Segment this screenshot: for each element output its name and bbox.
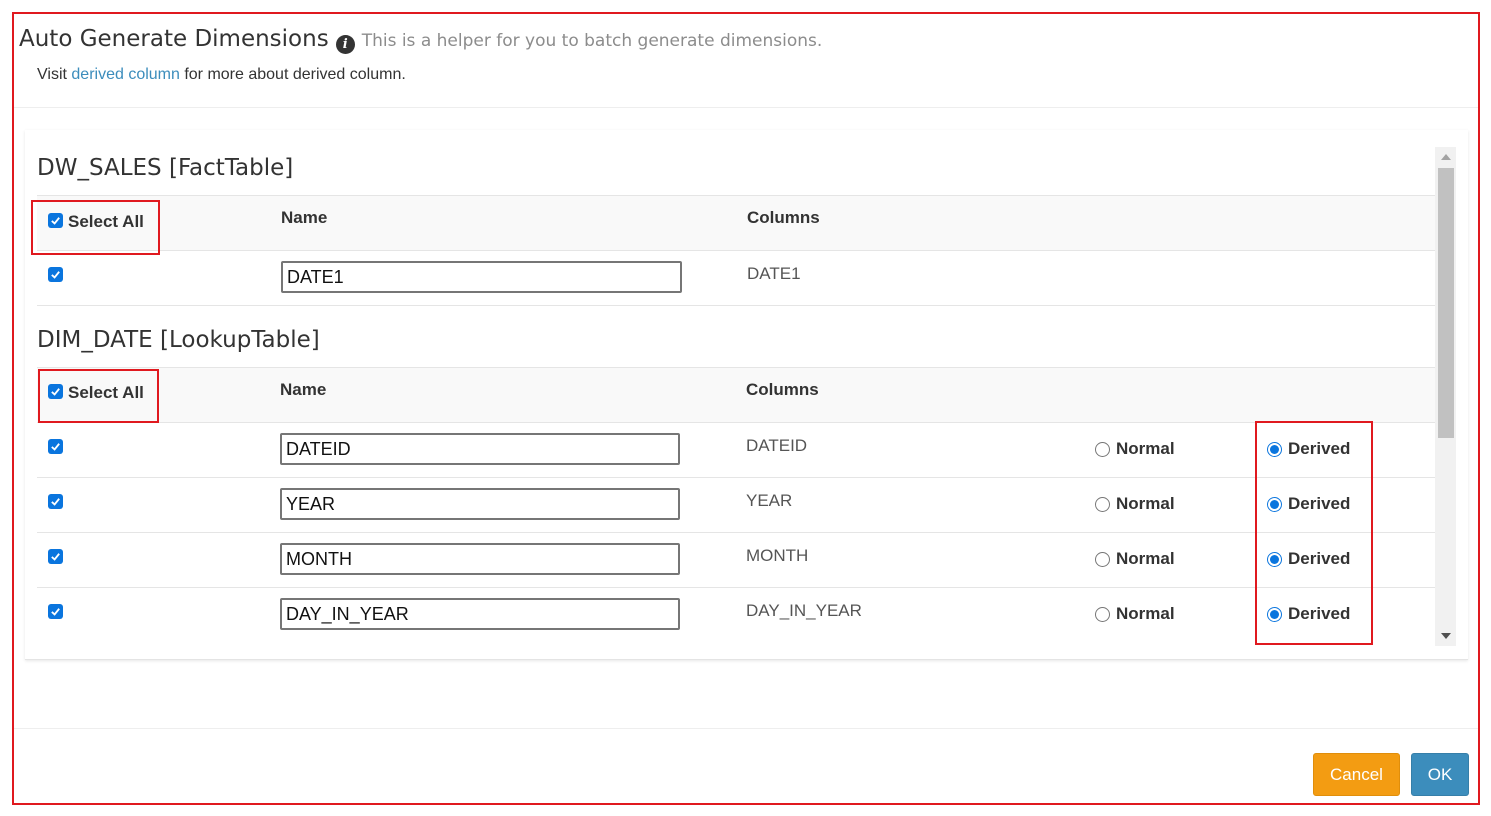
table-row: YEAR Normal Derived xyxy=(37,478,1435,533)
table-header: Select All Name Columns xyxy=(37,367,1435,423)
subtitle-prefix: Visit xyxy=(37,66,72,83)
vertical-scrollbar[interactable] xyxy=(1435,147,1456,646)
table-row: DATE1 xyxy=(37,251,1435,306)
column-name: DATEID xyxy=(746,436,808,455)
columns-header: Columns xyxy=(747,208,820,227)
table-title: DW_SALES [FactTable] xyxy=(37,155,294,181)
cancel-button[interactable]: Cancel xyxy=(1313,753,1400,796)
helper-text: This is a helper for you to batch genera… xyxy=(361,31,823,51)
subtitle: Visit derived column for more about deri… xyxy=(37,66,406,84)
header-divider xyxy=(14,107,1478,108)
dimension-name-input[interactable] xyxy=(280,598,680,630)
name-header: Name xyxy=(280,380,327,399)
scroll-up-arrow-icon[interactable] xyxy=(1441,154,1451,160)
dimension-name-input[interactable] xyxy=(280,543,680,575)
normal-radio-option[interactable]: Normal xyxy=(1095,494,1175,514)
tables-scroll-area[interactable]: DW_SALES [FactTable] Select All Name Col… xyxy=(37,146,1435,642)
normal-label: Normal xyxy=(1116,494,1175,513)
dimension-name-input[interactable] xyxy=(280,433,680,465)
column-name: DATE1 xyxy=(747,264,801,283)
tables-panel: DW_SALES [FactTable] Select All Name Col… xyxy=(25,130,1468,660)
dimension-name-input[interactable] xyxy=(281,261,682,293)
ok-button[interactable]: OK xyxy=(1411,753,1469,796)
info-circle-icon[interactable]: i xyxy=(335,35,355,54)
table-title: DIM_DATE [LookupTable] xyxy=(37,327,320,353)
subtitle-suffix: for more about derived column. xyxy=(179,66,406,83)
table-row: DAY_IN_YEAR Normal Derived xyxy=(37,588,1435,642)
table-header: Select All Name Columns xyxy=(37,195,1435,251)
normal-radio[interactable] xyxy=(1095,441,1110,457)
derived-column-link[interactable]: derived column xyxy=(71,66,180,83)
dialog-header: Auto Generate Dimensions i This is a hel… xyxy=(19,26,823,54)
scroll-down-arrow-icon[interactable] xyxy=(1441,633,1451,639)
column-name: DAY_IN_YEAR xyxy=(746,601,862,620)
table-row: MONTH Normal Derived xyxy=(37,533,1435,588)
normal-radio-option[interactable]: Normal xyxy=(1095,439,1175,459)
scrollbar-thumb[interactable] xyxy=(1438,168,1454,438)
footer-divider xyxy=(14,728,1478,729)
normal-radio-option[interactable]: Normal xyxy=(1095,549,1175,569)
name-header: Name xyxy=(281,208,328,227)
normal-radio-option[interactable]: Normal xyxy=(1095,604,1175,624)
highlight-box xyxy=(38,369,159,423)
dimension-name-input[interactable] xyxy=(280,488,680,520)
normal-radio[interactable] xyxy=(1095,496,1110,512)
normal-radio[interactable] xyxy=(1095,551,1110,567)
table-row: DATEID Normal Derived xyxy=(37,423,1435,478)
highlight-box xyxy=(31,200,160,255)
normal-radio[interactable] xyxy=(1095,606,1110,622)
row-checkbox[interactable] xyxy=(48,267,63,282)
column-name: YEAR xyxy=(746,491,793,510)
row-checkbox[interactable] xyxy=(48,549,63,564)
row-checkbox[interactable] xyxy=(48,439,63,454)
column-name: MONTH xyxy=(746,546,809,565)
row-checkbox[interactable] xyxy=(48,494,63,509)
normal-label: Normal xyxy=(1116,604,1175,623)
highlight-box xyxy=(1255,421,1373,645)
normal-label: Normal xyxy=(1116,549,1175,568)
columns-header: Columns xyxy=(746,380,819,399)
normal-label: Normal xyxy=(1116,439,1175,458)
dialog-title: Auto Generate Dimensions xyxy=(19,26,329,52)
row-checkbox[interactable] xyxy=(48,604,63,619)
